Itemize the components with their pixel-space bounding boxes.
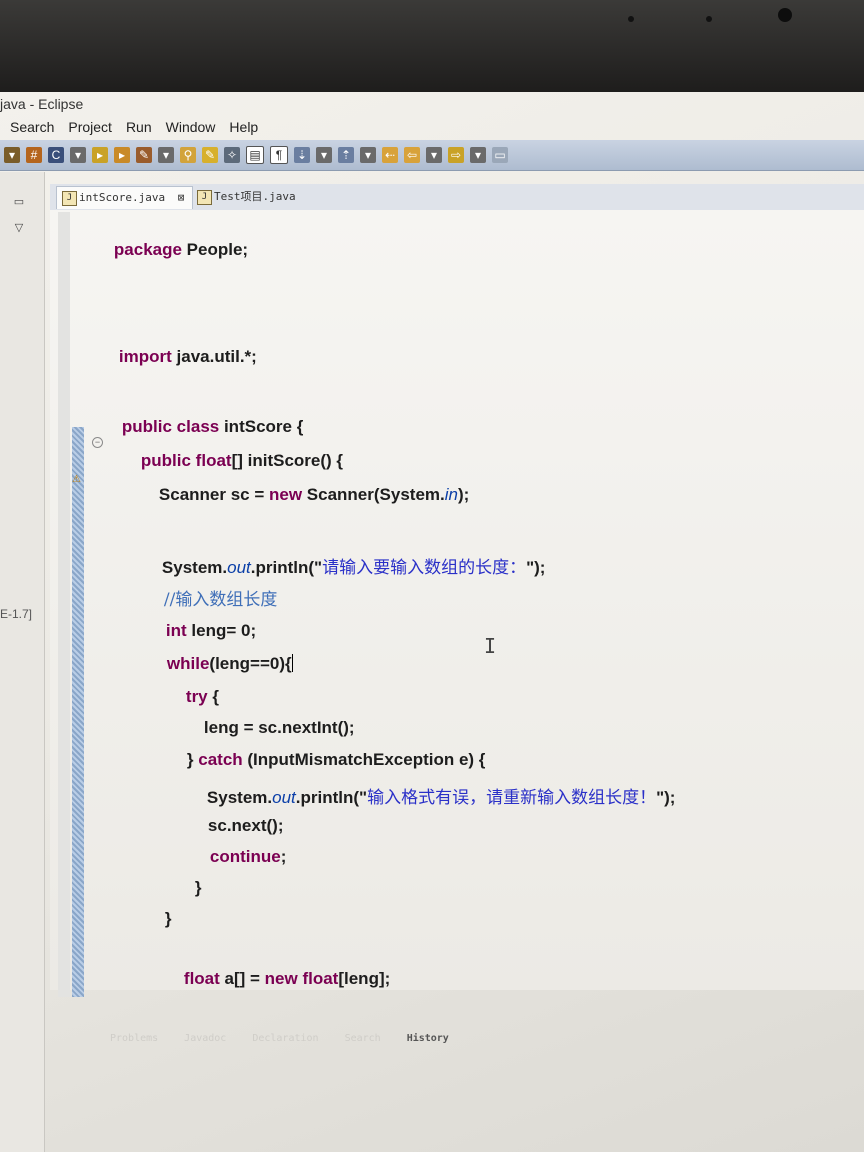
pin-editor-icon[interactable]: ▭ [492,147,508,163]
tab-problems[interactable]: Problems [110,1027,158,1051]
code-text: java.util.*; [171,347,257,366]
java-file-icon: J [197,190,212,205]
annotation-icon[interactable]: ✧ [224,147,240,163]
keyword: continue [209,847,281,866]
code-text: } [194,878,202,897]
prev-annotation-icon[interactable]: ⇡ [338,147,354,163]
tab-intscore[interactable]: J intScore.java ⊠ [56,186,194,209]
text-caret [291,654,293,672]
laptop-bezel [0,0,864,92]
forward-icon[interactable]: ⇨ [448,147,464,163]
bezel-dot [628,16,634,22]
code-text: "); [526,558,546,577]
string-literal: 请输入要输入数组的长度： [322,558,527,578]
code-text: [leng]; [338,969,391,988]
dropdown-icon[interactable]: ▾ [470,147,486,163]
code-line: } [176,858,202,918]
code-text: ; [280,847,287,866]
tab-label: intScore.java [79,191,166,204]
code-text: Scanner sc = [158,485,269,504]
code-text: a[] = [219,969,265,988]
keyword: package [113,240,182,259]
code-text: ); [457,485,470,504]
view-menu-icon[interactable]: ▽ [12,222,26,234]
tool-icon[interactable]: ✎ [136,147,152,163]
left-panel: ▭ ▽ E-1.7] [0,172,45,1152]
keyword: new [269,485,303,504]
menu-window[interactable]: Window [159,116,223,138]
keyword: new [264,969,298,988]
code-line: continue; [191,827,287,887]
code-text: "); [656,788,676,807]
code-line: Scanner sc = new Scanner(System.in); [140,465,469,525]
tab-declaration[interactable]: Declaration [252,1027,318,1051]
open-icon[interactable]: ▸ [114,147,130,163]
code-text: .println(" [295,788,368,807]
new-class-icon[interactable]: C [48,147,64,163]
menu-search[interactable]: Search [0,116,61,138]
menu-bar: Search Project Run Window Help [0,116,864,138]
menu-project[interactable]: Project [61,116,119,138]
string-literal: 输入格式有误，请重新输入数组长度！ [367,788,657,808]
code-text: } [164,909,172,928]
bottom-panel-tabs: Problems Javadoc Declaration Search Hist… [110,1027,864,1051]
java-file-icon: J [62,191,77,206]
code-line: package People; [95,220,248,280]
tab-search[interactable]: Search [345,1027,381,1051]
search-icon[interactable]: ⚲ [180,147,196,163]
back-icon[interactable]: ⇦ [404,147,420,163]
code-text: (leng==0){ [209,654,292,673]
keyword: float [297,969,339,988]
next-annotation-icon[interactable]: ⇣ [294,147,310,163]
highlight-icon[interactable]: ✎ [202,147,218,163]
dropdown-icon[interactable]: ▾ [158,147,174,163]
screen: java - Eclipse Search Project Run Window… [0,92,864,1152]
close-tab-icon[interactable]: ⊠ [178,191,185,204]
minimize-icon[interactable]: ▭ [12,196,26,208]
window-title: java - Eclipse [0,96,84,112]
tab-history[interactable]: History [407,1027,449,1051]
open-type-icon[interactable]: ▸ [92,147,108,163]
new-icon[interactable]: ▾ [4,147,20,163]
dropdown-icon[interactable]: ▾ [360,147,376,163]
last-edit-icon[interactable]: ⇠ [382,147,398,163]
dropdown-icon[interactable]: ▾ [426,147,442,163]
code-text: Scanner(System. [302,485,445,504]
build-icon[interactable]: # [26,147,42,163]
dropdown-icon[interactable]: ▾ [316,147,332,163]
mouse-cursor-icon: I [484,634,497,658]
webcam [778,8,792,22]
collapse-icon[interactable]: − [92,437,103,448]
editor-tabs: J intScore.java ⊠ J Test项目.java [50,184,864,211]
dropdown-icon[interactable]: ▾ [70,147,86,163]
side-value: E-1.7] [0,607,33,621]
tab-javadoc[interactable]: Javadoc [184,1027,226,1051]
menu-run[interactable]: Run [119,116,159,138]
bezel-dot [706,16,712,22]
tab-label: Test项目.java [214,190,296,203]
keyword: float [183,969,220,988]
show-whitespace-icon[interactable]: ¶ [270,146,288,164]
code-text: People; [181,240,249,259]
static-field: in [444,485,458,504]
menu-help[interactable]: Help [222,116,265,138]
toolbar: ▾ # C ▾ ▸ ▸ ✎ ▾ ⚲ ✎ ✧ ▤ ¶ ⇣ ▾ ⇡ ▾ ⇠ ⇦ ▾ … [0,140,864,171]
tab-test[interactable]: J Test项目.java [192,186,304,208]
block-select-icon[interactable]: ▤ [246,146,264,164]
code-line: import java.util.*; [100,327,257,387]
code-line: float a[] = new float[leng]; [165,949,390,1009]
vertical-ruler [58,212,70,997]
change-ruler [72,427,84,997]
keyword: import [118,347,172,366]
warning-icon[interactable]: ⚠ [72,474,81,485]
code-line: } [146,889,172,949]
